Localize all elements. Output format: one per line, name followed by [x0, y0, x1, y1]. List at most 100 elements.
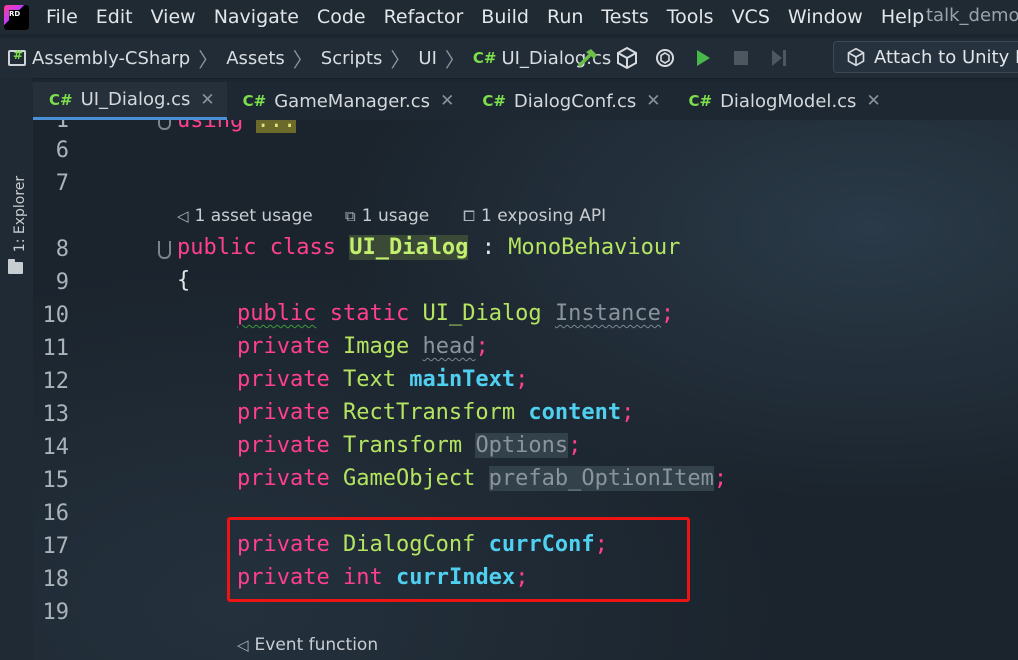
- keyword: using: [177, 120, 244, 133]
- menu-window[interactable]: Window: [779, 6, 872, 28]
- menu-code[interactable]: Code: [308, 6, 375, 28]
- event-function-hint[interactable]: ◁ Event function: [237, 635, 378, 655]
- keyword: public: [237, 301, 317, 326]
- keyword: static: [329, 301, 410, 326]
- hammer-icon[interactable]: [572, 41, 606, 75]
- field-name: content: [528, 400, 622, 425]
- type-name: RectTransform: [342, 400, 516, 425]
- tab-ui-dialog[interactable]: C# UI_Dialog.cs ✕: [33, 82, 227, 120]
- menu-tests[interactable]: Tests: [592, 6, 657, 28]
- close-icon[interactable]: ✕: [200, 90, 214, 110]
- menu-edit[interactable]: Edit: [87, 6, 142, 28]
- class-name: UI_Dialog: [349, 235, 469, 260]
- keyword: private: [237, 367, 330, 392]
- code-line-1: using ...: [177, 120, 297, 136]
- tab-dialog-model[interactable]: C# DialogModel.cs ✕: [672, 82, 892, 120]
- breadcrumb-ui[interactable]: UI: [418, 48, 436, 69]
- punctuation: ;: [568, 433, 582, 458]
- line-number: 17: [42, 534, 70, 559]
- line-number: 12: [42, 369, 70, 394]
- hint-label: 1 asset usage: [194, 206, 313, 226]
- punctuation: ;: [660, 301, 675, 326]
- menu-file[interactable]: File: [37, 6, 87, 28]
- project-icon: [8, 48, 26, 66]
- run-icon[interactable]: [686, 41, 720, 75]
- breadcrumb-project[interactable]: Assembly-CSharp: [0, 48, 190, 69]
- breadcrumb-assets[interactable]: Assets: [226, 48, 285, 69]
- menu-help[interactable]: Help: [872, 6, 933, 28]
- tab-label: UI_Dialog.cs: [80, 89, 191, 110]
- line-number: 15: [42, 468, 70, 493]
- line-number: 7: [55, 171, 69, 196]
- rider-logo-icon[interactable]: RD: [4, 4, 29, 30]
- menu-navigate[interactable]: Navigate: [205, 6, 308, 28]
- punctuation: :: [481, 235, 495, 260]
- line-number: 18: [42, 567, 70, 592]
- line-number: 11: [42, 336, 70, 361]
- asset-usage-hint[interactable]: ◁ 1 asset usage: [177, 206, 313, 226]
- breadcrumb-scripts[interactable]: Scripts: [321, 48, 383, 69]
- fold-marker-icon[interactable]: [158, 120, 171, 130]
- folded-code-icon[interactable]: ...: [256, 120, 297, 133]
- field-name: Instance: [554, 301, 661, 326]
- step-icon[interactable]: [762, 41, 796, 75]
- usage-hint[interactable]: ⧉ 1 usage: [345, 206, 429, 226]
- type-name: Image: [342, 334, 410, 359]
- keyword: private: [237, 400, 330, 425]
- navigation-bar: Assembly-CSharp 〉 Assets 〉 Scripts 〉 UI …: [0, 38, 1018, 79]
- tab-dialog-conf[interactable]: C# DialogConf.cs ✕: [466, 82, 672, 120]
- code-line-11: private Image head;: [237, 332, 489, 362]
- menu-view[interactable]: View: [142, 6, 205, 28]
- field-name: Options: [475, 433, 569, 458]
- unity-icon: [847, 47, 865, 67]
- code-line-14: private Transform Options;: [237, 431, 581, 461]
- line-number: 10: [42, 303, 70, 328]
- line-number: 13: [42, 402, 70, 427]
- tab-label: GameManager.cs: [274, 90, 431, 112]
- tab-game-manager[interactable]: C# GameManager.cs ✕: [227, 82, 467, 120]
- menu-vcs[interactable]: VCS: [723, 6, 779, 28]
- line-number: 6: [55, 138, 69, 163]
- menu-tools[interactable]: Tools: [658, 6, 723, 28]
- run-toolbar: [568, 41, 796, 75]
- field-name: mainText: [409, 367, 516, 392]
- fold-marker-icon[interactable]: [158, 241, 171, 259]
- keyword: class: [269, 235, 336, 260]
- punctuation: ;: [475, 334, 489, 359]
- line-number: 9: [55, 270, 69, 295]
- type-name: Transform: [342, 433, 463, 458]
- hint-label: Event function: [254, 635, 379, 655]
- type-name: Text: [342, 367, 396, 392]
- annotation-highlight-box: [227, 517, 690, 602]
- hint-label: 1 exposing API: [481, 206, 607, 226]
- type-name: UI_Dialog: [422, 301, 542, 326]
- code-line-8: public class UI_Dialog : MonoBehaviour: [177, 233, 680, 263]
- close-icon[interactable]: ✕: [440, 91, 454, 111]
- attach-to-unity-button[interactable]: Attach to Unity E: [833, 41, 1018, 73]
- stop-icon[interactable]: [724, 41, 758, 75]
- breadcrumb-separator-icon: 〉: [444, 47, 465, 72]
- menu-refactor[interactable]: Refactor: [375, 6, 473, 28]
- explorer-tab-label: 1: Explorer: [12, 175, 28, 253]
- unity-icon[interactable]: [610, 41, 644, 75]
- folder-icon[interactable]: [8, 259, 23, 274]
- keyword: private: [237, 466, 330, 491]
- code-editor[interactable]: 1 6 7 8 9 10 11 12 13 14 15 16 17 18 19 …: [33, 120, 1018, 660]
- csharp-file-icon: C#: [49, 90, 73, 109]
- exposing-api-hint[interactable]: ⧠ 1 exposing API: [463, 206, 606, 226]
- keyword: private: [237, 433, 330, 458]
- menu-run[interactable]: Run: [538, 6, 592, 28]
- logo-text: RD: [9, 9, 24, 25]
- breadcrumb-project-label: Assembly-CSharp: [32, 47, 191, 69]
- usage-icon: ⧉: [345, 207, 356, 225]
- code-line-12: private Text mainText;: [237, 365, 528, 395]
- code-line-10: public static UI_Dialog Instance;: [237, 299, 674, 329]
- close-icon[interactable]: ✕: [646, 91, 660, 111]
- field-name: head: [422, 334, 476, 359]
- menu-build[interactable]: Build: [472, 6, 538, 28]
- menu-bar: RD File Edit View Navigate Code Refactor…: [0, 0, 1018, 34]
- csharp-file-icon: C#: [242, 92, 267, 110]
- unity-refresh-icon[interactable]: [648, 41, 682, 75]
- close-icon[interactable]: ✕: [866, 91, 880, 111]
- window-title: talk_demo: [926, 5, 1018, 26]
